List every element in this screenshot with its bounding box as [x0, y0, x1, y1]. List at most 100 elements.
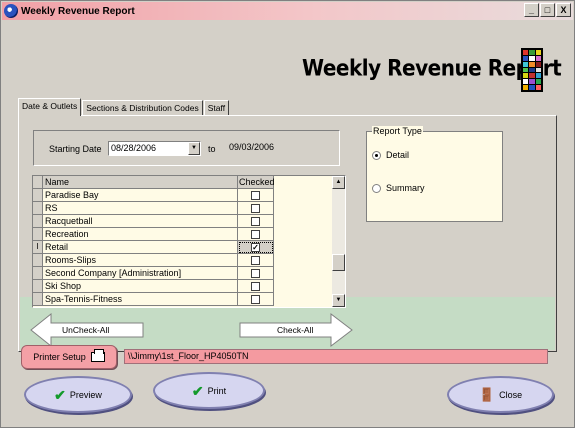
outlet-checkbox[interactable] — [251, 269, 260, 278]
table-row[interactable]: Rooms-Slips — [33, 254, 274, 267]
checked-cell[interactable] — [238, 267, 274, 280]
logo-tile — [535, 85, 541, 90]
row-indicator-header — [33, 176, 43, 189]
table-row[interactable]: I Retail ✓ — [33, 241, 274, 254]
outlet-checkbox[interactable] — [251, 282, 260, 291]
row-indicator[interactable] — [33, 267, 43, 280]
checked-cell[interactable] — [238, 202, 274, 215]
table-row[interactable]: Second Company [Administration] — [33, 267, 274, 280]
table-row[interactable]: Recreation — [33, 228, 274, 241]
radio-summary-dot[interactable] — [372, 183, 381, 193]
scroll-up-icon[interactable]: ▲ — [332, 176, 345, 189]
row-indicator[interactable] — [33, 189, 43, 202]
logo-tile — [529, 55, 535, 61]
close-window-button[interactable]: X — [556, 3, 571, 17]
tab-date-outlets[interactable]: Date & Outlets — [18, 98, 82, 116]
logo-tile — [529, 50, 535, 55]
logo-tile — [523, 61, 529, 67]
table-row[interactable]: Spa-Tennis-Fitness — [33, 293, 274, 306]
preview-button[interactable]: ✔ Preview — [24, 376, 132, 413]
printer-path-field: \\Jimmy\1st_Floor_HP4050TN — [124, 349, 548, 364]
tab-strip: Date & Outlets Sections & Distribution C… — [18, 98, 230, 116]
check-all-label: Check-All — [277, 325, 314, 335]
grid-vertical-scrollbar[interactable]: ▲ ▼ — [332, 176, 345, 307]
check-all-button[interactable]: Check-All — [239, 312, 354, 349]
checked-cell[interactable] — [238, 293, 274, 306]
row-indicator[interactable] — [33, 215, 43, 228]
table-row[interactable]: Racquetball — [33, 215, 274, 228]
outlet-name-cell[interactable]: RS — [43, 202, 238, 215]
row-indicator[interactable] — [33, 228, 43, 241]
outlet-checkbox[interactable] — [251, 256, 260, 265]
end-date-field[interactable]: 09/03/2006 — [227, 141, 307, 156]
row-indicator[interactable] — [33, 202, 43, 215]
outlet-checkbox[interactable] — [251, 295, 260, 304]
outlet-checkbox[interactable] — [251, 191, 260, 200]
logo-tile — [529, 67, 535, 73]
door-exit-icon: 🚪 — [478, 387, 496, 402]
outlet-name-cell[interactable]: Second Company [Administration] — [43, 267, 238, 280]
scroll-thumb[interactable] — [332, 254, 345, 271]
radio-summary-label: Summary — [386, 183, 425, 193]
outlet-name-cell[interactable]: Paradise Bay — [43, 189, 238, 202]
table-row[interactable]: RS — [33, 202, 274, 215]
radio-summary[interactable]: Summary — [372, 183, 425, 193]
close-label: Close — [499, 389, 523, 400]
outlet-name-cell[interactable]: Rooms-Slips — [43, 254, 238, 267]
outlets-grid[interactable]: Name Checked Paradise Bay RS Racquetball Re… — [32, 175, 346, 308]
report-logo — [521, 48, 543, 92]
column-header-checked[interactable]: Checked — [238, 176, 275, 189]
row-indicator[interactable] — [33, 254, 43, 267]
preview-label: Preview — [69, 389, 102, 400]
minimize-button[interactable]: _ — [524, 3, 539, 17]
printer-setup-button[interactable]: Printer Setup — [21, 345, 117, 369]
radio-detail-dot[interactable] — [372, 150, 381, 160]
logo-tile — [535, 55, 541, 61]
outlet-checkbox[interactable] — [251, 204, 260, 213]
window-title: Weekly Revenue Report — [21, 5, 135, 17]
row-indicator[interactable] — [33, 293, 43, 306]
table-row[interactable]: Ski Shop — [33, 280, 274, 293]
radio-detail[interactable]: Detail — [372, 150, 409, 160]
checked-cell[interactable] — [238, 215, 274, 228]
logo-tile — [523, 73, 529, 79]
row-indicator[interactable]: I — [33, 241, 43, 254]
logo-tile — [523, 50, 529, 55]
logo-mosaic — [523, 50, 541, 90]
chevron-down-icon[interactable]: ▼ — [188, 142, 200, 155]
tab-sections-distribution[interactable]: Sections & Distribution Codes — [82, 100, 203, 116]
tab-staff[interactable]: Staff — [203, 100, 230, 116]
logo-tile — [529, 85, 535, 90]
checked-cell[interactable] — [238, 189, 274, 202]
row-indicator[interactable] — [33, 280, 43, 293]
checked-cell[interactable] — [238, 228, 274, 241]
checkmark-icon: ✔ — [54, 386, 66, 403]
outlet-name-cell[interactable]: Spa-Tennis-Fitness — [43, 293, 238, 306]
print-button[interactable]: ✔ Print — [153, 372, 265, 409]
outlet-name-cell[interactable]: Ski Shop — [43, 280, 238, 293]
logo-tile — [529, 79, 535, 85]
outlet-checkbox[interactable] — [251, 217, 260, 226]
scroll-down-icon[interactable]: ▼ — [332, 294, 345, 307]
checked-cell[interactable] — [238, 280, 274, 293]
close-button[interactable]: 🚪 Close — [447, 376, 554, 413]
outlet-name-cell[interactable]: Retail — [43, 241, 238, 254]
maximize-button[interactable]: □ — [540, 3, 555, 17]
outlet-checkbox[interactable] — [251, 230, 260, 239]
client-area: Weekly Revenue Report Date & Outlets Sec… — [2, 20, 573, 426]
outlet-name-cell[interactable]: Racquetball — [43, 215, 238, 228]
printer-setup-label: Printer Setup — [33, 352, 86, 362]
checked-cell[interactable]: ✓ — [238, 241, 274, 254]
report-type-group: Report Type Detail Summary — [366, 126, 503, 222]
logo-tile — [535, 73, 541, 79]
grid-header-row: Name Checked — [33, 176, 275, 189]
outlet-name-cell[interactable]: Recreation — [43, 228, 238, 241]
column-header-name[interactable]: Name — [43, 176, 238, 189]
report-type-legend: Report Type — [372, 126, 423, 136]
start-date-picker[interactable]: 08/28/2006 ▼ — [108, 141, 201, 156]
table-row[interactable]: Paradise Bay — [33, 189, 274, 202]
title-bar[interactable]: Weekly Revenue Report _ □ X — [2, 2, 573, 20]
outlet-checkbox[interactable]: ✓ — [251, 243, 260, 252]
checked-cell[interactable] — [238, 254, 274, 267]
uncheck-all-button[interactable]: UnCheck-All — [29, 312, 144, 349]
